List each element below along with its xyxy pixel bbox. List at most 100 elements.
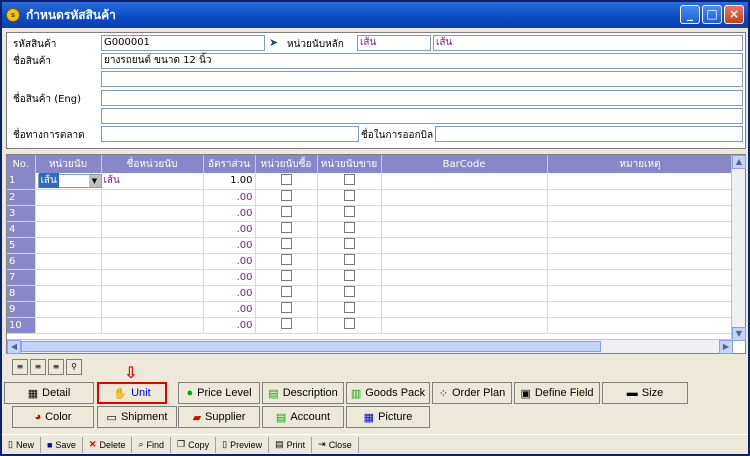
sell-unit-cell[interactable] (317, 221, 382, 238)
buy-unit-checkbox[interactable] (280, 206, 292, 217)
buy-unit-cell[interactable] (255, 301, 318, 318)
sell-unit-cell[interactable] (317, 301, 382, 318)
buy-unit-cell[interactable] (255, 269, 318, 286)
remark-cell[interactable] (547, 189, 734, 206)
remark-cell[interactable] (547, 317, 734, 334)
horizontal-scroll-thumb[interactable] (21, 341, 601, 352)
grid-horizontal-scrollbar[interactable]: ◀ ▶ (7, 339, 733, 354)
table-row[interactable]: 3 .00 (7, 205, 734, 222)
scroll-right-icon[interactable]: ▶ (719, 340, 733, 354)
unit-cell[interactable] (35, 301, 102, 318)
unit-cell[interactable] (35, 189, 102, 206)
copy-button[interactable]: ❐ Copy (171, 436, 217, 453)
delete-row-icon[interactable]: ≡ (48, 359, 64, 375)
insert-row-icon[interactable]: ≡ (12, 359, 28, 375)
remark-cell[interactable] (547, 237, 734, 254)
close-window-button[interactable]: × (724, 5, 744, 24)
barcode-cell[interactable] (381, 285, 548, 302)
unit-name-cell[interactable] (101, 205, 204, 222)
remark-cell[interactable] (547, 205, 734, 222)
unit-name-cell[interactable] (101, 301, 204, 318)
remark-cell[interactable] (547, 301, 734, 318)
rate-cell[interactable]: .00 (203, 221, 256, 238)
rate-cell[interactable]: .00 (203, 237, 256, 254)
save-button[interactable]: ■ Save (41, 436, 83, 453)
table-row[interactable]: 2 .00 (7, 189, 734, 206)
invoice-name-input[interactable] (435, 126, 743, 142)
scroll-up-icon[interactable]: ▲ (732, 155, 746, 169)
product-name-eng-line2-input[interactable] (101, 108, 743, 124)
buy-unit-cell[interactable] (255, 253, 318, 270)
unit-cell[interactable] (35, 285, 102, 302)
barcode-cell[interactable] (381, 173, 548, 190)
tab-picture[interactable]: ▦ Picture (346, 406, 430, 428)
table-row[interactable]: 6 .00 (7, 253, 734, 270)
main-unit-code-input[interactable]: เส้น (357, 35, 431, 51)
scroll-down-icon[interactable]: ▼ (732, 327, 746, 341)
barcode-cell[interactable] (381, 189, 548, 206)
sell-unit-cell[interactable] (317, 189, 382, 206)
remark-cell[interactable] (547, 269, 734, 286)
tab-size[interactable]: ▬ Size (602, 382, 688, 404)
sell-unit-checkbox[interactable] (343, 206, 355, 217)
barcode-cell[interactable] (381, 253, 548, 270)
sell-unit-cell[interactable] (317, 269, 382, 286)
sell-unit-checkbox[interactable] (343, 318, 355, 329)
sell-unit-checkbox[interactable] (343, 302, 355, 313)
col-header-remark[interactable]: หมายเหตุ (547, 155, 734, 173)
barcode-cell[interactable] (381, 269, 548, 286)
unit-cell[interactable] (35, 317, 102, 334)
rate-cell[interactable]: .00 (203, 285, 256, 302)
buy-unit-cell[interactable] (255, 221, 318, 238)
sell-unit-cell[interactable] (317, 285, 382, 302)
tab-description[interactable]: ▤ Description (262, 382, 344, 404)
buy-unit-checkbox[interactable] (280, 238, 292, 249)
unit-name-cell[interactable] (101, 189, 204, 206)
buy-unit-cell[interactable] (255, 205, 318, 222)
buy-unit-checkbox[interactable] (280, 222, 292, 233)
grid-vertical-scrollbar[interactable]: ▲ ▼ (731, 155, 746, 341)
sell-unit-checkbox[interactable] (343, 222, 355, 233)
rate-cell[interactable]: .00 (203, 317, 256, 334)
barcode-cell[interactable] (381, 237, 548, 254)
tab-detail[interactable]: ▦ Detail (4, 382, 94, 404)
tab-define-field[interactable]: ▣ Define Field (514, 382, 600, 404)
table-row[interactable]: 8 .00 (7, 285, 734, 302)
tab-shipment[interactable]: ▭ Shipment (97, 406, 177, 428)
unit-name-cell[interactable] (101, 237, 204, 254)
col-header-no[interactable]: No. (7, 155, 36, 173)
main-unit-name-input[interactable]: เส้น (433, 35, 743, 51)
chevron-down-icon[interactable]: ▼ (88, 174, 101, 187)
barcode-cell[interactable] (381, 221, 548, 238)
unit-name-cell[interactable] (101, 221, 204, 238)
sell-unit-checkbox[interactable] (343, 270, 355, 281)
product-code-input[interactable]: G000001 (101, 35, 265, 51)
buy-unit-checkbox[interactable] (280, 318, 292, 329)
table-row[interactable]: 7 .00 (7, 269, 734, 286)
tab-goods-pack[interactable]: ▥ Goods Pack (346, 382, 430, 404)
unit-name-cell[interactable] (101, 269, 204, 286)
sell-unit-cell[interactable] (317, 237, 382, 254)
table-row[interactable]: 1 เส้น ▼ เส้น 1.00 (7, 173, 734, 190)
unit-name-cell[interactable] (101, 285, 204, 302)
preview-button[interactable]: ▯ Preview (216, 436, 270, 453)
buy-unit-checkbox[interactable] (280, 302, 292, 313)
unit-name-cell[interactable] (101, 317, 204, 334)
col-header-rate[interactable]: อัตราส่วน (203, 155, 256, 173)
unit-name-cell[interactable]: เส้น (101, 173, 204, 190)
sell-unit-cell[interactable] (317, 173, 382, 190)
runner-lookup-icon[interactable]: ➤ (269, 36, 278, 49)
product-name-eng-input[interactable] (101, 90, 743, 106)
tab-unit[interactable]: ✋ Unit (97, 382, 167, 404)
barcode-cell[interactable] (381, 205, 548, 222)
product-name-input[interactable]: ยางรถยนต์ ขนาด 12 นิ้ว (101, 53, 743, 69)
tab-price-level[interactable]: ● Price Level (178, 382, 260, 404)
table-row[interactable]: 9 .00 (7, 301, 734, 318)
buy-unit-checkbox[interactable] (280, 286, 292, 297)
minimize-button[interactable]: _ (680, 5, 700, 24)
unit-cell[interactable] (35, 237, 102, 254)
search-icon[interactable]: ⚲ (66, 359, 82, 375)
buy-unit-cell[interactable] (255, 173, 318, 190)
sell-unit-checkbox[interactable] (343, 238, 355, 249)
unit-combobox[interactable]: เส้น ▼ (37, 173, 102, 189)
